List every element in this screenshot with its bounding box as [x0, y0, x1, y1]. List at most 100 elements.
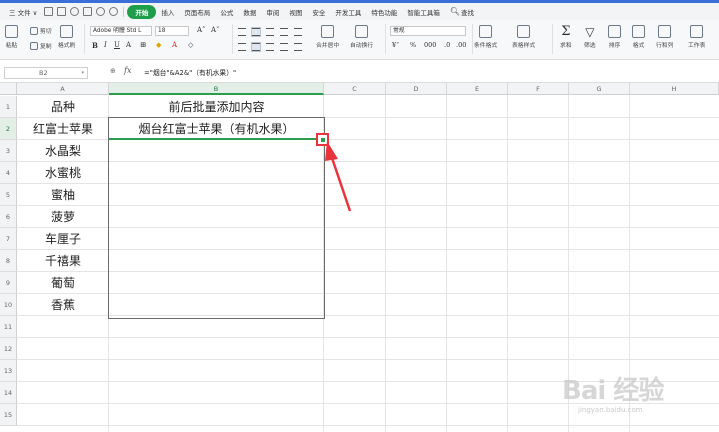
decrease-font-icon[interactable]: A˅: [211, 26, 220, 34]
separator: [123, 6, 125, 17]
paste-button[interactable]: 粘贴: [5, 25, 18, 49]
filter-label: 筛选: [584, 43, 596, 49]
divider: [84, 24, 85, 54]
tab-formulas[interactable]: 公式: [215, 5, 238, 19]
print-icon[interactable]: [70, 7, 80, 16]
divider: [552, 24, 553, 54]
print-preview-icon[interactable]: [83, 7, 93, 16]
tab-insert[interactable]: 插入: [156, 5, 179, 19]
decrease-decimal-icon[interactable]: .00: [456, 41, 466, 49]
rows-cols-button[interactable]: 行和列: [656, 25, 673, 49]
formula-bar: B2 ▾ ⊕ fx ="烟台"&A2&"（有机水果）": [0, 61, 719, 83]
font-size-select[interactable]: 18: [155, 26, 189, 36]
tab-security[interactable]: 安全: [307, 5, 330, 19]
tab-home[interactable]: 开始: [127, 4, 157, 19]
border-icon[interactable]: ⊞: [140, 41, 146, 49]
tab-special-features[interactable]: 特色功能: [366, 5, 402, 19]
paste-icon: [5, 25, 18, 38]
table-style-button[interactable]: 表格样式: [512, 25, 535, 49]
redo-icon[interactable]: [109, 7, 119, 16]
conditional-format-icon: [479, 25, 493, 38]
font-color-icon[interactable]: A: [172, 41, 177, 49]
export-icon[interactable]: [57, 7, 67, 16]
conditional-format-button[interactable]: 条件格式: [474, 25, 497, 49]
divider: [472, 24, 473, 54]
tab-review[interactable]: 审阅: [261, 5, 284, 19]
fill-color-icon[interactable]: ◆: [156, 41, 161, 49]
clear-format-icon[interactable]: ◇: [188, 41, 193, 49]
number-format-select[interactable]: 常规: [390, 26, 466, 36]
font-name-select[interactable]: Adobe 明體 Std L: [90, 26, 152, 36]
search-label: 查找: [461, 8, 475, 17]
underline-button[interactable]: U: [114, 41, 120, 49]
undo-icon[interactable]: [96, 7, 106, 16]
filter-icon: ▽: [585, 25, 595, 39]
currency-icon[interactable]: ¥˅: [392, 41, 399, 49]
name-box[interactable]: B2 ▾: [4, 67, 88, 79]
scissors-icon: [30, 26, 38, 35]
wrap-text-button[interactable]: 自动换行: [350, 25, 373, 49]
outdent-icon[interactable]: [294, 28, 302, 36]
sum-label: 求和: [560, 43, 572, 49]
wrap-text-label: 自动换行: [350, 43, 374, 49]
rows-cols-icon: [658, 25, 672, 38]
tab-page-layout[interactable]: 页面布局: [179, 5, 215, 19]
zoom-icon[interactable]: ⊕: [110, 67, 116, 75]
distributed-icon[interactable]: [294, 43, 302, 51]
sort-button[interactable]: 排序: [608, 25, 621, 49]
divider: [385, 24, 386, 54]
tab-developer[interactable]: 开发工具: [330, 5, 366, 19]
worksheet-icon: [690, 25, 704, 38]
filter-button[interactable]: ▽ 筛选: [584, 25, 596, 49]
increase-decimal-icon[interactable]: .0: [444, 41, 450, 49]
merge-center-label: 合并居中: [316, 43, 340, 49]
arrow-head: [325, 141, 338, 161]
search-button[interactable]: 🔍︎ 查找: [445, 5, 479, 19]
arrow-shaft: [329, 154, 352, 212]
format-label: 格式: [632, 43, 645, 49]
align-left-icon[interactable]: [238, 43, 246, 51]
chevron-down-icon: ▾: [81, 70, 84, 76]
sigma-icon: Σ: [561, 24, 571, 39]
tab-view[interactable]: 视图: [284, 5, 307, 19]
file-menu[interactable]: 三 文件 ∨: [4, 5, 42, 19]
paste-label: 粘贴: [5, 43, 18, 49]
tab-smart-toolbox[interactable]: 智能工具箱: [402, 5, 445, 19]
wrap-icon: [355, 25, 369, 38]
cell-reference: B2: [39, 69, 48, 77]
align-top-icon[interactable]: [238, 28, 246, 36]
align-middle-icon[interactable]: [251, 27, 261, 37]
copy-icon: [30, 41, 38, 50]
formula-input[interactable]: ="烟台"&A2&"（有机水果）": [144, 67, 236, 77]
increase-font-icon[interactable]: A˄: [197, 26, 206, 34]
format-painter-button[interactable]: 格式刷: [58, 25, 75, 49]
cut-label: 剪切: [40, 29, 52, 35]
cut-button[interactable]: 剪切: [30, 26, 52, 35]
sort-icon: [608, 25, 621, 38]
format-painter-label: 格式刷: [58, 43, 76, 49]
copy-button[interactable]: 复制: [30, 41, 52, 50]
align-center-icon[interactable]: [251, 42, 261, 52]
divider: [232, 24, 233, 54]
indent-icon[interactable]: [280, 28, 288, 36]
sum-button[interactable]: Σ 求和: [560, 24, 572, 50]
save-icon[interactable]: [44, 7, 54, 16]
align-bottom-icon[interactable]: [266, 28, 274, 36]
merge-center-button[interactable]: 合并居中: [316, 25, 339, 49]
align-right-icon[interactable]: [266, 43, 274, 51]
thousands-icon[interactable]: 000: [424, 41, 436, 49]
ribbon-toolbar: 粘贴 剪切 复制 格式刷 Adobe 明體 Std L 18 A˄ A˅ B I…: [0, 20, 719, 60]
tab-data[interactable]: 数据: [238, 5, 261, 19]
justify-icon[interactable]: [280, 43, 288, 51]
fx-button[interactable]: fx: [124, 66, 131, 75]
watermark-url: jingyan.baidu.com: [578, 406, 643, 414]
percent-icon[interactable]: %: [410, 41, 416, 49]
bold-button[interactable]: B: [92, 41, 98, 50]
table-style-icon: [517, 25, 531, 38]
worksheet-button[interactable]: 工作表: [688, 25, 705, 49]
strikethrough-button[interactable]: A: [126, 41, 131, 49]
italic-button[interactable]: I: [104, 41, 107, 49]
table-style-label: 表格样式: [512, 43, 536, 49]
format-button[interactable]: 格式: [632, 25, 645, 49]
sort-label: 排序: [608, 43, 621, 49]
